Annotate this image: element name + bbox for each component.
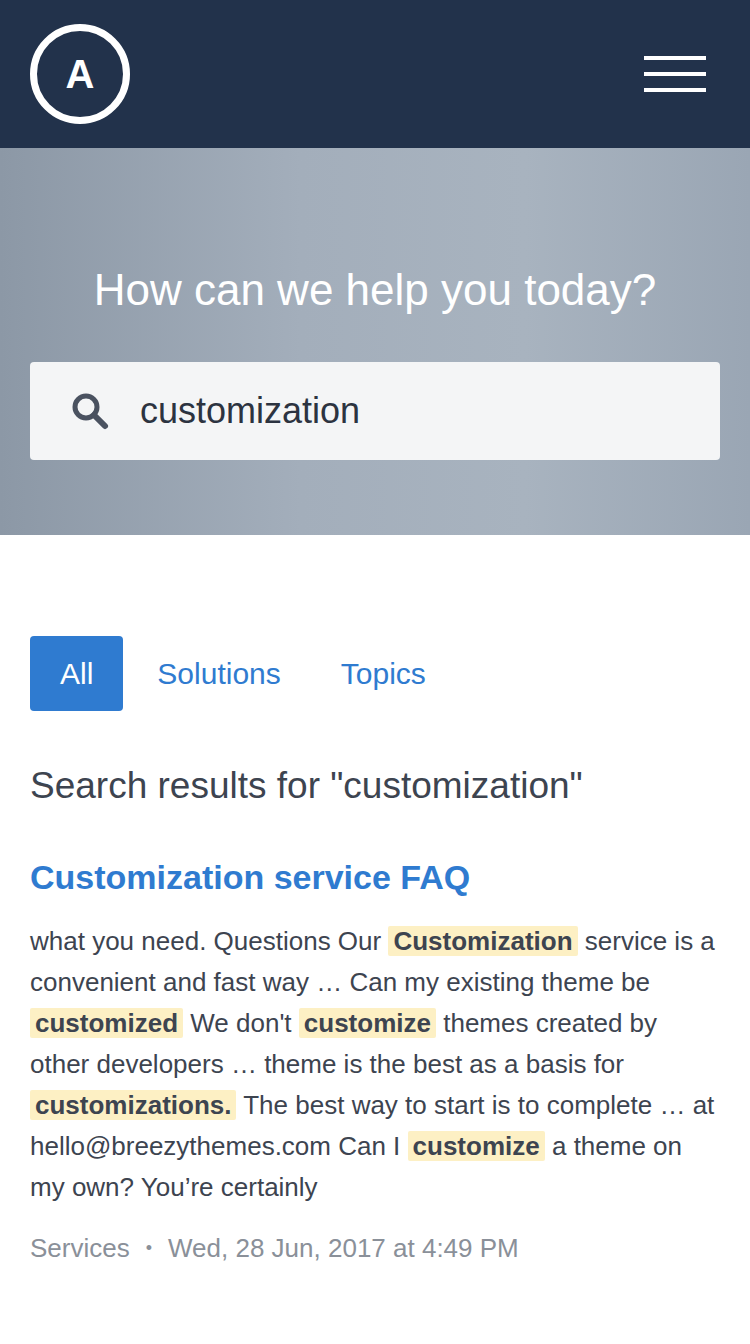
tab[interactable]: All (30, 636, 123, 711)
search-field[interactable]: customization (30, 362, 720, 460)
tab[interactable]: Solutions (131, 636, 306, 711)
result-title[interactable]: Customization service FAQ (30, 855, 720, 899)
hero-title: How can we help you today? (94, 264, 657, 316)
result-snippet: what you need. Questions Our Customizati… (30, 921, 720, 1208)
result-meta: Services • Wed, 28 Jun, 2017 at 4:49 PM (30, 1230, 720, 1266)
highlighted-term: customizations. (30, 1090, 236, 1120)
results-area: AllSolutionsTopics Search results for "cu… (0, 535, 750, 1296)
logo[interactable]: A (30, 24, 130, 124)
result-date: Wed, 28 Jun, 2017 at 4:49 PM (168, 1230, 519, 1266)
highlighted-term: customize (408, 1131, 545, 1161)
search-icon (70, 391, 110, 431)
result-tabs: AllSolutionsTopics (30, 636, 720, 711)
tab[interactable]: Topics (315, 636, 452, 711)
result-category[interactable]: Services (30, 1230, 130, 1266)
help-center-page: A How can we help you today? customization… (0, 0, 750, 1344)
results-heading: Search results for "customization" (30, 763, 720, 809)
menu-icon[interactable] (644, 56, 706, 92)
hero: How can we help you today? customization (0, 148, 750, 535)
meta-separator: • (146, 1230, 152, 1266)
search-result: Customization service FAQ what you need. … (30, 855, 720, 1266)
highlighted-term: Customization (388, 926, 577, 956)
highlighted-term: customize (299, 1008, 436, 1038)
highlighted-term: customized (30, 1008, 183, 1038)
top-bar: A (0, 0, 750, 148)
